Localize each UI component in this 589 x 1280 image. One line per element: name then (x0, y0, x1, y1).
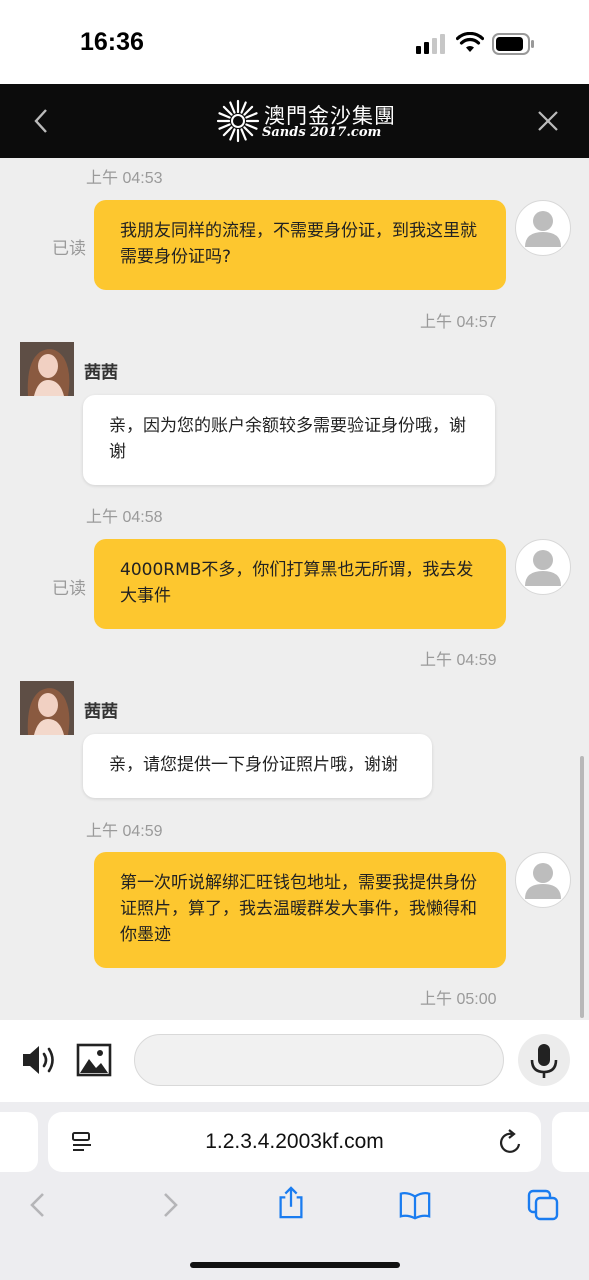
chat-history[interactable]: 上午 04:53 已读 我朋友同样的流程，不需要身份证，到我这里就需要身份证吗?… (0, 158, 589, 1020)
share-icon[interactable] (274, 1186, 308, 1220)
browser-back-icon[interactable] (22, 1188, 56, 1222)
close-icon[interactable] (532, 104, 564, 138)
message-timestamp: 上午 05:00 (420, 991, 497, 1008)
sands-sunburst-icon (216, 99, 260, 143)
url-text: 1.2.3.4.2003kf.com (205, 1130, 384, 1153)
cellular-signal-icon (416, 34, 445, 54)
message-input-bar (0, 1020, 589, 1102)
brand-logo: 澳門金沙集團 Sands 2017.com (216, 98, 396, 146)
read-receipt: 已读 (52, 239, 86, 259)
message-input[interactable] (134, 1034, 504, 1086)
user-avatar (515, 539, 571, 595)
bookmarks-icon[interactable] (398, 1188, 432, 1222)
user-avatar (515, 852, 571, 908)
read-receipt: 已读 (52, 579, 86, 599)
agent-photo (20, 342, 74, 396)
home-indicator (190, 1262, 400, 1268)
voice-button[interactable] (518, 1034, 570, 1086)
chevron-left-icon[interactable] (28, 102, 58, 140)
message-timestamp: 上午 04:53 (86, 170, 163, 187)
previous-tab-preview[interactable] (0, 1112, 38, 1172)
tabs-icon[interactable] (526, 1188, 560, 1222)
default-avatar-icon (525, 550, 561, 586)
brand-name-en: Sands 2017.com (262, 125, 382, 140)
wifi-icon (456, 32, 484, 52)
default-avatar-icon (525, 211, 561, 247)
message-bubble-outgoing: 4000RMB不多，你们打算黑也无所谓，我去发大事件 (94, 539, 506, 629)
browser-forward-icon[interactable] (152, 1188, 186, 1222)
agent-avatar (20, 681, 74, 735)
microphone-icon (530, 1044, 558, 1078)
image-icon[interactable] (76, 1042, 112, 1078)
message-bubble-outgoing: 我朋友同样的流程，不需要身份证，到我这里就需要身份证吗? (94, 200, 506, 290)
status-bar: 16:36 (0, 0, 589, 84)
agent-name: 茜茜 (84, 363, 118, 383)
speaker-icon[interactable] (20, 1042, 60, 1078)
message-timestamp: 上午 04:59 (86, 823, 163, 840)
agent-name: 茜茜 (84, 702, 118, 722)
address-bar[interactable]: 1.2.3.4.2003kf.com (48, 1112, 541, 1172)
default-avatar-icon (525, 863, 561, 899)
chat-header: 澳門金沙集團 Sands 2017.com (0, 84, 589, 158)
browser-toolbar: 1.2.3.4.2003kf.com (0, 1102, 589, 1280)
message-timestamp: 上午 04:58 (86, 509, 163, 526)
message-bubble-outgoing: 第一次听说解绑汇旺钱包地址，需要我提供身份证照片，算了，我去温暖群发大事件，我懒… (94, 852, 506, 968)
message-timestamp: 上午 04:59 (420, 652, 497, 669)
agent-photo (20, 681, 74, 735)
next-tab-preview[interactable] (552, 1112, 589, 1172)
status-time: 16:36 (80, 28, 144, 56)
reload-icon[interactable] (498, 1128, 524, 1156)
user-avatar (515, 200, 571, 256)
message-bubble-incoming: 亲，因为您的账户余额较多需要验证身份哦，谢谢 (83, 395, 495, 485)
agent-avatar (20, 342, 74, 396)
message-bubble-incoming: 亲，请您提供一下身份证照片哦，谢谢 (83, 734, 432, 798)
battery-icon (492, 33, 534, 55)
scrollbar[interactable] (580, 756, 584, 1018)
message-timestamp: 上午 04:57 (420, 314, 497, 331)
